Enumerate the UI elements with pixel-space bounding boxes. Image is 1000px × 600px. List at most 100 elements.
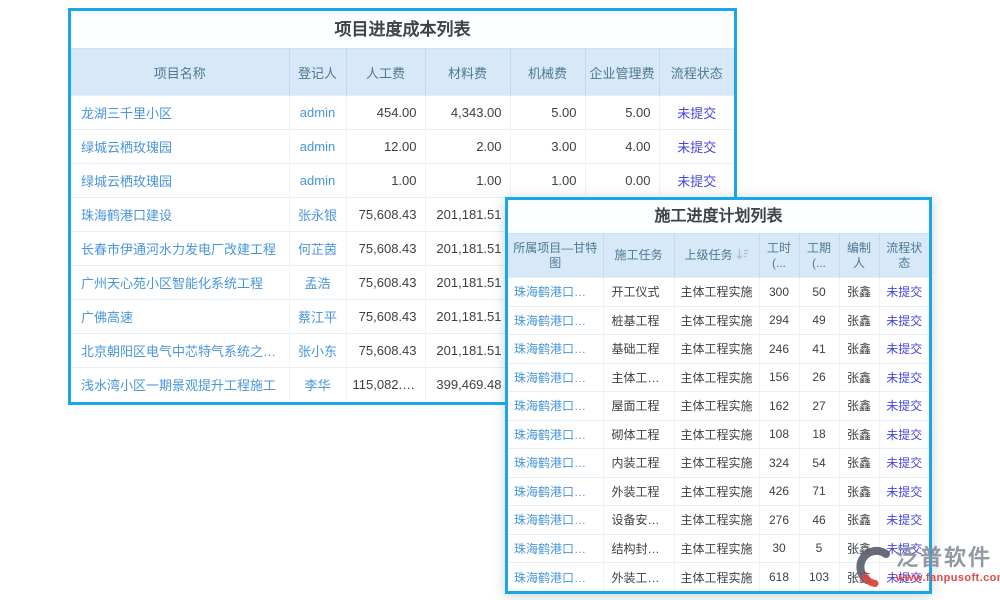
cell-work-hours: 30 [759,534,799,563]
cell-parent-project[interactable]: 珠海鹤港口建设 [508,306,603,335]
cell-parent-project[interactable]: 珠海鹤港口建设 [508,506,603,535]
col-header-duration: 工期 (... [799,234,839,278]
cell-compiler: 张鑫 [839,449,879,478]
cell-compiler: 张鑫 [839,335,879,364]
cell-work-hours: 618 [759,563,799,592]
cell-project-name[interactable]: 绿城云栖玫瑰园 [71,130,289,164]
fanpu-logo-icon [854,545,894,594]
cell-construction-task: 外装工程 [603,477,674,506]
col-header-construction-task: 施工任务 [603,234,674,278]
cell-registrant[interactable]: 蔡江平 [289,300,346,334]
cell-parent-project[interactable]: 珠海鹤港口建设 [508,363,603,392]
watermark-brand: 泛普软件 [896,545,1000,571]
cell-project-name[interactable]: 广佛高速 [71,300,289,334]
plan-table-row: 珠海鹤港口建设 砌体工程 主体工程实施 108 18 张鑫 未提交 [508,420,929,449]
cell-compiler: 张鑫 [839,392,879,421]
col-header-flow-status: 流程状态 [659,49,734,96]
cell-compiler: 张鑫 [839,278,879,307]
page: 项目进度成本列表 项目名称 登记人 人工费 材料费 机械费 企业管理费 流程状态 [0,0,1000,600]
cell-project-name[interactable]: 珠海鹤港口建设 [71,198,289,232]
cell-parent-task: 主体工程实施 [674,306,759,335]
cell-work-hours: 246 [759,335,799,364]
cell-parent-task: 主体工程实施 [674,477,759,506]
cell-project-name[interactable]: 广州天心苑小区智能化系统工程 [71,266,289,300]
cell-registrant[interactable]: 李华 [289,368,346,402]
cell-construction-task: 结构封顶... [603,534,674,563]
plan-table-row: 珠海鹤港口建设 桩基工程 主体工程实施 294 49 张鑫 未提交 [508,306,929,335]
cell-parent-task: 主体工程实施 [674,363,759,392]
cost-table-row: 龙湖三千里小区 admin 454.00 4,343.00 5.00 5.00 … [71,96,734,130]
plan-table-title: 施工进度计划列表 [508,200,929,233]
cell-flow-status[interactable]: 未提交 [659,164,734,198]
cell-work-hours: 324 [759,449,799,478]
cell-work-hours: 156 [759,363,799,392]
cell-flow-status[interactable]: 未提交 [879,477,929,506]
cell-management-fee: 4.00 [585,130,659,164]
col-header-labor-cost: 人工费 [346,49,425,96]
cell-parent-project[interactable]: 珠海鹤港口建设 [508,449,603,478]
cell-flow-status[interactable]: 未提交 [879,392,929,421]
cell-parent-task: 主体工程实施 [674,335,759,364]
cell-compiler: 张鑫 [839,477,879,506]
cell-construction-task: 开工仪式 [603,278,674,307]
cell-material-cost: 201,181.51 [425,232,510,266]
cell-flow-status[interactable]: 未提交 [879,420,929,449]
cell-parent-project[interactable]: 珠海鹤港口建设 [508,534,603,563]
cell-project-name[interactable]: 绿城云栖玫瑰园 [71,164,289,198]
cell-work-hours: 276 [759,506,799,535]
cell-work-hours: 108 [759,420,799,449]
col-header-project-name: 项目名称 [71,49,289,96]
cell-registrant[interactable]: admin [289,130,346,164]
cell-flow-status[interactable]: 未提交 [659,130,734,164]
cell-management-fee: 0.00 [585,164,659,198]
cell-registrant[interactable]: 张永银 [289,198,346,232]
sort-icon[interactable] [736,249,749,264]
cell-parent-project[interactable]: 珠海鹤港口建设 [508,563,603,592]
cell-labor-cost: 1.00 [346,164,425,198]
cell-parent-task: 主体工程实施 [674,534,759,563]
cell-flow-status[interactable]: 未提交 [879,335,929,364]
cell-flow-status[interactable]: 未提交 [879,306,929,335]
cell-project-name[interactable]: 长春市伊通河水力发电厂改建工程 [71,232,289,266]
cell-registrant[interactable]: admin [289,164,346,198]
cell-flow-status[interactable]: 未提交 [879,363,929,392]
cell-parent-task: 主体工程实施 [674,563,759,592]
cell-work-hours: 162 [759,392,799,421]
col-header-registrant: 登记人 [289,49,346,96]
cell-construction-task: 主体工程... [603,363,674,392]
cell-construction-task: 设备安装... [603,506,674,535]
cell-work-hours: 294 [759,306,799,335]
cell-parent-project[interactable]: 珠海鹤港口建设 [508,392,603,421]
cell-parent-project[interactable]: 珠海鹤港口建设 [508,335,603,364]
cell-flow-status[interactable]: 未提交 [879,449,929,478]
cell-parent-task: 主体工程实施 [674,392,759,421]
cell-duration: 103 [799,563,839,592]
cell-duration: 54 [799,449,839,478]
cell-registrant[interactable]: 孟浩 [289,266,346,300]
cell-duration: 71 [799,477,839,506]
cell-flow-status[interactable]: 未提交 [879,506,929,535]
col-header-parent-task[interactable]: 上级任务 [674,234,759,278]
cell-project-name[interactable]: 龙湖三千里小区 [71,96,289,130]
cost-table-header: 项目名称 登记人 人工费 材料费 机械费 企业管理费 流程状态 [71,49,734,96]
cell-flow-status[interactable]: 未提交 [659,96,734,130]
parent-task-label: 上级任务 [684,248,732,262]
cell-labor-cost: 75,608.43 [346,334,425,368]
cell-project-name[interactable]: 北京朝阳区电气中芯特气系统之G... [71,334,289,368]
cell-registrant[interactable]: admin [289,96,346,130]
cell-project-name[interactable]: 浅水湾小区一期景观提升工程施工 [71,368,289,402]
col-header-work-hours: 工时 (... [759,234,799,278]
plan-table-row: 珠海鹤港口建设 屋面工程 主体工程实施 162 27 张鑫 未提交 [508,392,929,421]
cell-material-cost: 399,469.48 [425,368,510,402]
cell-parent-task: 主体工程实施 [674,449,759,478]
cell-labor-cost: 75,608.43 [346,266,425,300]
cell-construction-task: 内装工程 [603,449,674,478]
cell-flow-status[interactable]: 未提交 [879,278,929,307]
cell-material-cost: 2.00 [425,130,510,164]
cell-parent-project[interactable]: 珠海鹤港口建设 [508,278,603,307]
cell-parent-project[interactable]: 珠海鹤港口建设 [508,420,603,449]
cell-parent-project[interactable]: 珠海鹤港口建设 [508,477,603,506]
cell-registrant[interactable]: 张小东 [289,334,346,368]
cell-material-cost: 4,343.00 [425,96,510,130]
cell-registrant[interactable]: 何芷茵 [289,232,346,266]
